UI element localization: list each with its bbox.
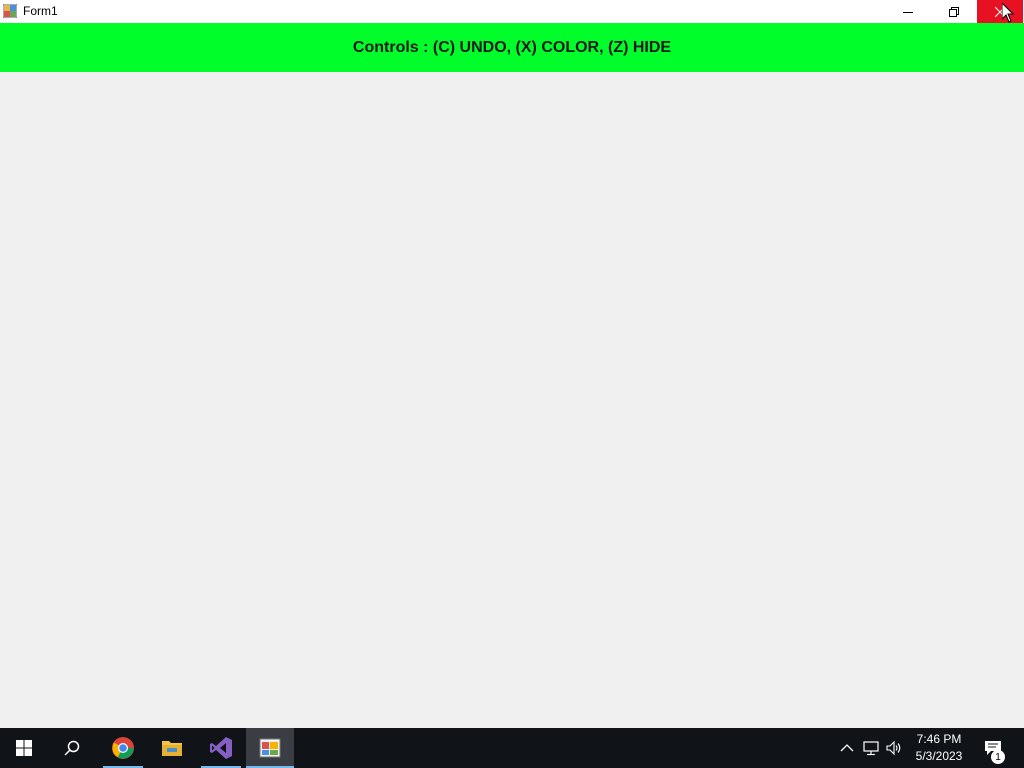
title-bar[interactable]: Form1 [0,0,1024,23]
search-button[interactable] [48,728,96,768]
taskbar-file-explorer[interactable] [152,728,192,768]
restore-button[interactable] [931,0,977,23]
controls-text: Controls : (C) UNDO, (X) COLOR, (Z) HIDE [352,38,672,56]
notification-badge: 1 [991,750,1005,764]
taskbar-form1-app[interactable] [246,728,294,768]
close-button[interactable] [977,0,1023,23]
start-button[interactable] [0,728,48,768]
clock-time: 7:46 PM [916,732,962,746]
taskbar-visual-studio[interactable] [201,728,241,768]
clock-date: 5/3/2023 [915,749,963,763]
controls-banner: Controls : (C) UNDO, (X) COLOR, (Z) HIDE [0,23,1024,72]
start-icon [16,740,32,756]
volume-icon[interactable] [886,740,902,756]
visual-studio-icon [210,737,232,759]
mouse-cursor-icon [1002,3,1014,23]
drawing-canvas[interactable] [0,72,1024,728]
minimize-button[interactable] [885,0,931,23]
chrome-icon [112,737,134,759]
window-title: Form1 [23,4,58,18]
network-icon[interactable] [863,740,879,756]
search-icon [64,740,80,756]
restore-icon [949,6,959,17]
chevron-up-icon[interactable] [839,740,855,756]
form-app-icon [259,738,281,758]
taskbar-chrome[interactable] [103,728,143,768]
minimize-icon [903,11,913,13]
app-icon [3,4,17,18]
clock[interactable]: 7:46 PM 5/3/2023 [908,731,970,765]
taskbar: 7:46 PM 5/3/2023 [0,728,1024,768]
file-explorer-icon [162,741,182,756]
